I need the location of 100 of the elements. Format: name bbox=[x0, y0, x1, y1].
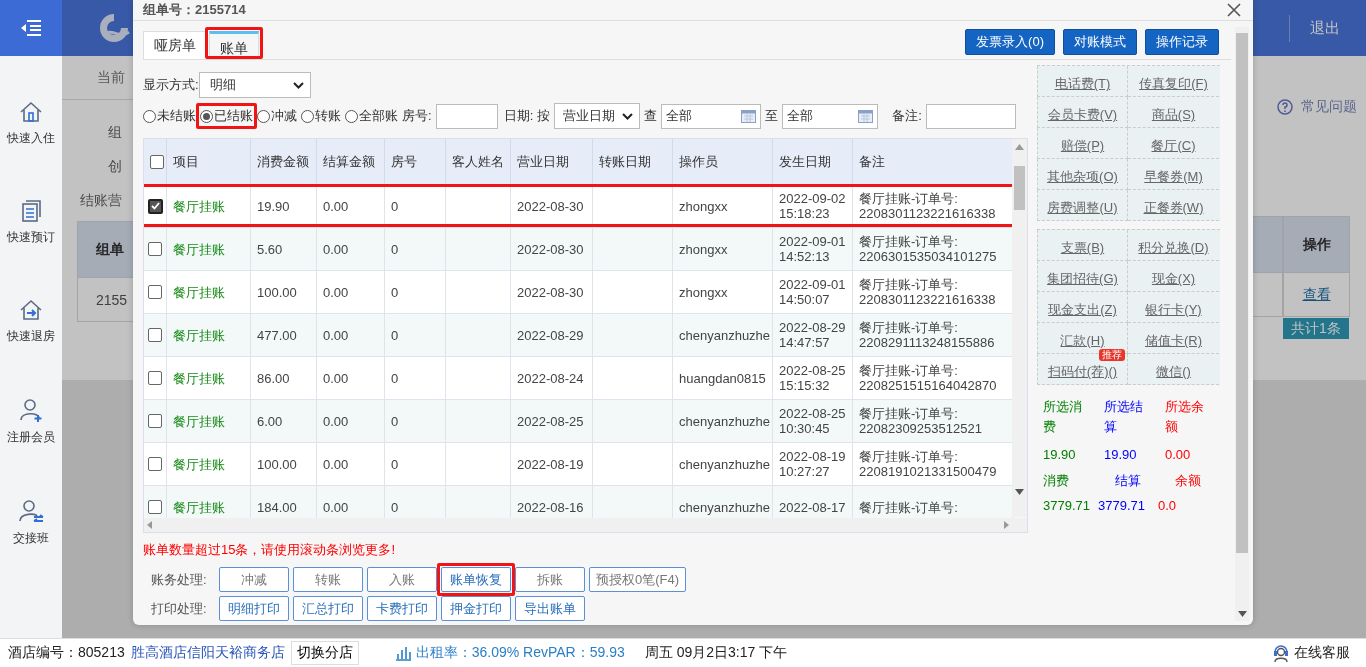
view-link[interactable]: 查看 bbox=[1283, 273, 1350, 317]
radio-option[interactable]: 冲减 bbox=[257, 107, 297, 125]
calendar-icon[interactable] bbox=[858, 109, 874, 123]
tab[interactable]: 哑房单 bbox=[143, 31, 207, 59]
close-icon[interactable] bbox=[1227, 3, 1241, 17]
quick-link[interactable]: 储值卡(R) bbox=[1144, 332, 1202, 350]
caret-icon bbox=[292, 81, 304, 89]
radio-option[interactable]: 转账 bbox=[301, 107, 341, 125]
date-time: 周五 09月2日3:17 下午 bbox=[644, 644, 788, 662]
logo-icon bbox=[97, 12, 131, 44]
scroll-down-icon[interactable] bbox=[1015, 489, 1024, 495]
summary-label: 所选余额 bbox=[1165, 398, 1205, 436]
checkbox[interactable] bbox=[148, 198, 163, 214]
checkbox[interactable] bbox=[148, 242, 162, 256]
column-header: 转账日期 bbox=[593, 139, 673, 184]
date-input[interactable]: 全部 bbox=[661, 103, 762, 129]
checkbox[interactable] bbox=[148, 328, 162, 342]
summary-label: 所选结算 bbox=[1104, 398, 1144, 436]
header-cell bbox=[1253, 216, 1283, 273]
calendar-icon[interactable] bbox=[741, 109, 757, 123]
table-row[interactable]: 餐厅挂账 184.00 0.00 0 2022-08-16 chenyanzhuzhe 2022-08-17 餐厅挂账-订单号: bbox=[144, 485, 1027, 518]
action-button[interactable]: 明细打印 bbox=[219, 596, 289, 621]
header-cell: 组单 bbox=[77, 221, 133, 278]
total-count: 共计1条 bbox=[1283, 318, 1349, 339]
room-input[interactable] bbox=[435, 103, 498, 129]
checkbox[interactable] bbox=[148, 500, 162, 514]
sidebar-item[interactable]: 交接班 bbox=[13, 498, 49, 547]
action-button[interactable]: 对账模式 bbox=[1063, 29, 1137, 55]
radio-option[interactable]: 全部账 bbox=[345, 107, 398, 125]
dialog-title: 组单号：2155714 bbox=[143, 1, 246, 19]
quick-link[interactable]: 餐厅(C) bbox=[1151, 137, 1196, 155]
checkbox[interactable] bbox=[148, 457, 162, 471]
switch-store-button[interactable]: 切换分店 bbox=[290, 641, 359, 665]
action-button[interactable]: 发票录入(0) bbox=[965, 29, 1055, 55]
check-icon bbox=[151, 202, 160, 210]
checkbox[interactable] bbox=[148, 285, 162, 299]
action-button[interactable]: 账单恢复 bbox=[441, 567, 511, 592]
field-label: 按 bbox=[537, 107, 551, 125]
field-label: 创 bbox=[108, 158, 122, 176]
help-icon[interactable] bbox=[1277, 99, 1293, 115]
sidebar-item[interactable]: 注册会员 bbox=[7, 397, 55, 446]
field-label: 备注: bbox=[892, 107, 922, 125]
date-input[interactable]: 全部 bbox=[782, 103, 879, 129]
occupancy-rate: 出租率：36.09% RevPAR：59.93 bbox=[415, 644, 625, 662]
quick-link[interactable]: 现金(X) bbox=[1151, 270, 1196, 288]
sidebar-item[interactable]: 快速入住 bbox=[7, 100, 55, 147]
warning-message: 账单数量超过15条，请使用滚动条浏览更多! bbox=[143, 541, 397, 559]
quick-link[interactable]: 微信() bbox=[1156, 363, 1191, 381]
document-icon bbox=[19, 199, 43, 223]
quick-link[interactable]: 正餐券(W) bbox=[1143, 199, 1204, 217]
bar-chart-icon bbox=[394, 645, 412, 661]
quick-link[interactable]: 银行卡(Y) bbox=[1145, 301, 1202, 319]
recommend-badge: 推荐 bbox=[1099, 349, 1125, 361]
column-header: 消费金额 bbox=[251, 139, 317, 184]
checkbox[interactable] bbox=[150, 154, 164, 169]
sidebar-item[interactable]: 快速退房 bbox=[7, 298, 55, 345]
action-button[interactable]: 汇总打印 bbox=[293, 596, 363, 621]
summary-label: 所选消费 bbox=[1043, 398, 1083, 436]
display-mode-select[interactable]: 明细 bbox=[198, 72, 311, 98]
action-button[interactable]: 导出账单 bbox=[515, 596, 585, 621]
field-label: 日期: bbox=[503, 107, 534, 125]
scroll-down-icon[interactable] bbox=[1237, 611, 1247, 617]
menu-icon[interactable] bbox=[20, 19, 42, 37]
scrollbar-thumb[interactable] bbox=[1014, 166, 1025, 210]
house-arrow-icon bbox=[19, 298, 43, 322]
logout-link[interactable]: 退出 bbox=[1289, 14, 1340, 42]
column-header: 操作员 bbox=[673, 139, 773, 184]
hotel-name-link[interactable]: 胜高酒店信阳天裕商务店 bbox=[130, 644, 285, 662]
caret-icon bbox=[622, 112, 634, 120]
field-label: 查 bbox=[644, 107, 658, 125]
action-button[interactable]: 操作记录 bbox=[1145, 29, 1219, 55]
remark-input[interactable] bbox=[925, 103, 1016, 129]
checkbox[interactable] bbox=[148, 371, 162, 385]
summary-value: 19.90 bbox=[1104, 446, 1138, 464]
quick-link[interactable]: 商品(S) bbox=[1151, 106, 1196, 124]
field-label: 显示方式: bbox=[143, 76, 199, 94]
total-value: 3779.71 bbox=[1098, 498, 1146, 513]
user-swap-icon bbox=[18, 498, 44, 524]
breadcrumb: 当前 bbox=[97, 68, 125, 87]
radio-option[interactable]: 已结账 bbox=[200, 107, 253, 125]
checkbox[interactable] bbox=[148, 414, 162, 428]
field-label: 打印处理: bbox=[151, 599, 208, 618]
action-button[interactable]: 卡费打印 bbox=[367, 596, 437, 621]
column-header: 发生日期 bbox=[773, 139, 853, 184]
summary-value: 0.00 bbox=[1165, 446, 1192, 464]
support-link[interactable]: 在线客服 bbox=[1272, 643, 1350, 663]
radio-option[interactable]: 未结账 bbox=[143, 107, 196, 125]
quick-link[interactable]: 传真复印(F) bbox=[1139, 75, 1208, 93]
column-header: 营业日期 bbox=[511, 139, 593, 184]
action-button[interactable]: 押金打印 bbox=[441, 596, 511, 621]
date-type-select[interactable]: 营业日期 bbox=[554, 103, 641, 129]
scrollbar-thumb[interactable] bbox=[1236, 33, 1248, 553]
sidebar-item[interactable]: 快速预订 bbox=[7, 199, 55, 246]
hotel-code: 酒店编号：805213 bbox=[8, 644, 125, 662]
quick-link[interactable]: 早餐券(M) bbox=[1144, 168, 1203, 186]
quick-link[interactable]: 积分兑换(D) bbox=[1138, 239, 1209, 257]
help-link[interactable]: 常见问题 bbox=[1301, 98, 1357, 116]
headset-icon bbox=[1272, 643, 1290, 663]
column-header: 项目 bbox=[167, 139, 251, 184]
total-label: 消费 bbox=[1043, 472, 1069, 490]
